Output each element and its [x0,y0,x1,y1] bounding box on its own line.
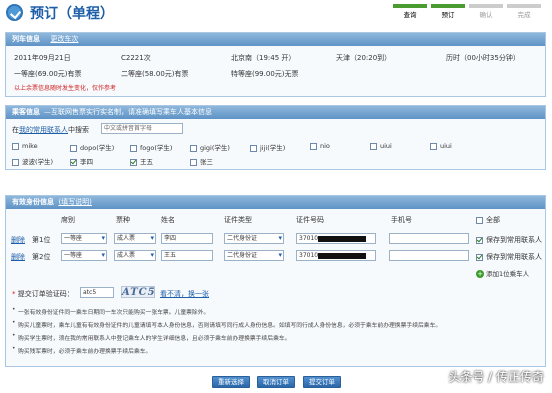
step-book: 预订 [430,4,466,20]
availability-notice: 以上余票信息随时发生变化，仅作参考 [14,85,117,92]
train-number: C2221次 [121,54,151,62]
redaction [318,253,366,259]
fare-premium-class: 特等座(99.00元)无票 [231,70,299,78]
checkbox-checked[interactable] [476,236,483,244]
passenger-option[interactable]: gigi(学生) [190,142,230,152]
progress-steps: 查询 预订 确认 完成 [392,4,544,20]
delete-link[interactable]: 删除 [11,252,25,262]
departure-station: 北京南（19:45 开） [231,54,296,62]
passenger-option[interactable]: fogo(学生) [130,142,172,152]
passenger-option[interactable]: 张三 [190,156,213,166]
section-title: 乘客信息 [12,108,40,116]
delete-link[interactable]: 删除 [11,235,25,245]
fare-first-class: 一等座(69.00元)有票 [14,70,82,78]
seq-label: 第1位 [32,236,51,244]
captcha-label: * 提交订单验证码： [12,290,74,298]
change-train-link[interactable]: 更改车次 [50,35,78,43]
checkbox[interactable] [12,142,19,150]
id-type-select[interactable]: 二代身份证 [224,250,284,261]
passenger-option[interactable]: nio [310,142,330,150]
checkbox[interactable] [476,216,483,224]
checkbox[interactable] [70,144,77,152]
passenger-option[interactable]: uiui [370,142,392,150]
cancel-order-button[interactable]: 取消订单 [257,376,295,388]
submit-order-button[interactable]: 提交订单 [303,376,341,388]
train-info-header: 列车信息 更改车次 [6,33,545,46]
checkbox[interactable] [250,144,257,152]
passenger-option[interactable]: mike [12,142,38,150]
plus-icon: + [476,270,484,278]
note-item: 购买儿童票时，乘车儿童有有效身份证件的儿童请填写本人身份信息，否则请填写同行成人… [12,320,441,329]
name-input[interactable]: 王五 [161,250,213,261]
watermark: 头条号 / 传正传奇 [448,370,544,384]
ticket-select[interactable]: 成人票 [114,250,156,261]
checkbox-checked[interactable] [130,158,137,166]
checkbox-checked[interactable] [70,158,77,166]
checkbox[interactable] [430,142,437,150]
passenger-option[interactable]: uiui [430,142,452,150]
train-info-section: 列车信息 更改车次 2011年09月21日 C2221次 北京南（19:45 开… [5,32,546,97]
add-passenger-button[interactable]: + 添加1位乘车人 [476,268,529,278]
train-date: 2011年09月21日 [14,54,71,62]
captcha-image: ATC5 [121,286,156,298]
save-contact-option[interactable]: 保存到常用联系人 [476,252,542,262]
ticket-select[interactable]: 成人票 [114,233,156,244]
fill-help-link[interactable]: (填写说明) [58,198,91,206]
checkbox[interactable] [130,144,137,152]
passenger-option[interactable]: dopo(学生) [70,142,114,152]
passenger-option[interactable]: jiji(学生) [250,142,285,152]
col-ticket: 票种 [116,216,130,224]
seq-label: 第2位 [32,253,51,261]
checkbox[interactable] [12,158,19,166]
step-confirm: 确认 [468,4,504,20]
section-note: —互联网售票实行实名制，请准确填写乘车人基本信息 [44,108,212,116]
seat-select[interactable]: 一等座 [61,250,107,261]
phone-input[interactable] [389,250,469,261]
identity-section: 有效身份信息 (填写说明) 席别 票种 姓名 证件类型 证件号码 手机号 全部 … [5,195,546,367]
passenger-header: 乘客信息 —互联网售票实行实名制，请准确填写乘车人基本信息 [6,106,545,119]
note-item: 一张有效身份证件同一乘车日期同一车次只能购买一张车票。儿童票除外。 [12,307,209,316]
id-type-select[interactable]: 二代身份证 [224,233,284,244]
note-item: 购买学生票时，须在我的常用联系人中登记乘车人的学生详细信息，且必须于乘车前办理换… [12,333,290,342]
name-input[interactable]: 李四 [161,233,213,244]
col-id-type: 证件类型 [224,216,252,224]
col-seat: 席别 [61,216,75,224]
captcha-input[interactable]: atc5 [80,287,114,298]
passenger-option[interactable]: 王五 [130,156,153,166]
save-contact-option[interactable]: 保存到常用联系人 [476,235,542,245]
step-complete: 完成 [506,4,542,20]
redaction [318,236,366,242]
contact-search-input[interactable]: 中文或拼音首字母 [101,123,183,134]
travel-duration: 历时（00小时35分钟） [446,54,520,62]
step-search: 查询 [392,4,428,20]
col-name: 姓名 [161,216,175,224]
note-item: 购买残军票时，必须于乘车前办理换票手续后乘车。 [12,346,151,355]
col-phone: 手机号 [391,216,412,224]
checkbox-checked[interactable] [476,253,483,261]
passenger-section: 乘客信息 —互联网售票实行实名制，请准确填写乘车人基本信息 在我的常用联系人中搜索… [5,105,546,170]
section-title: 列车信息 [12,35,40,43]
select-all[interactable]: 全部 [476,215,500,225]
seat-select[interactable]: 一等座 [61,233,107,244]
reselect-button[interactable]: 重新选择 [212,376,250,388]
checkbox[interactable] [310,142,317,150]
col-id-number: 证件号码 [296,216,324,224]
fare-second-class: 二等座(58.00元)有票 [121,70,189,78]
my-contacts-link[interactable]: 我的常用联系人 [19,126,68,134]
page-title: 预订（单程） [30,6,114,22]
contact-search-label: 在我的常用联系人中搜索 [12,126,89,134]
identity-header: 有效身份信息 (填写说明) [6,196,545,209]
passenger-option[interactable]: 李四 [70,156,93,166]
checkmark-icon [6,4,23,21]
checkbox[interactable] [190,158,197,166]
checkbox[interactable] [370,142,377,150]
arrival-station: 天津（20:20到） [336,54,392,62]
section-title: 有效身份信息 [12,198,54,206]
passenger-option[interactable]: 波波(学生) [12,156,53,166]
refresh-captcha-link[interactable]: 看不清，换一张 [160,289,209,299]
checkbox[interactable] [190,144,197,152]
phone-input[interactable] [389,233,469,244]
